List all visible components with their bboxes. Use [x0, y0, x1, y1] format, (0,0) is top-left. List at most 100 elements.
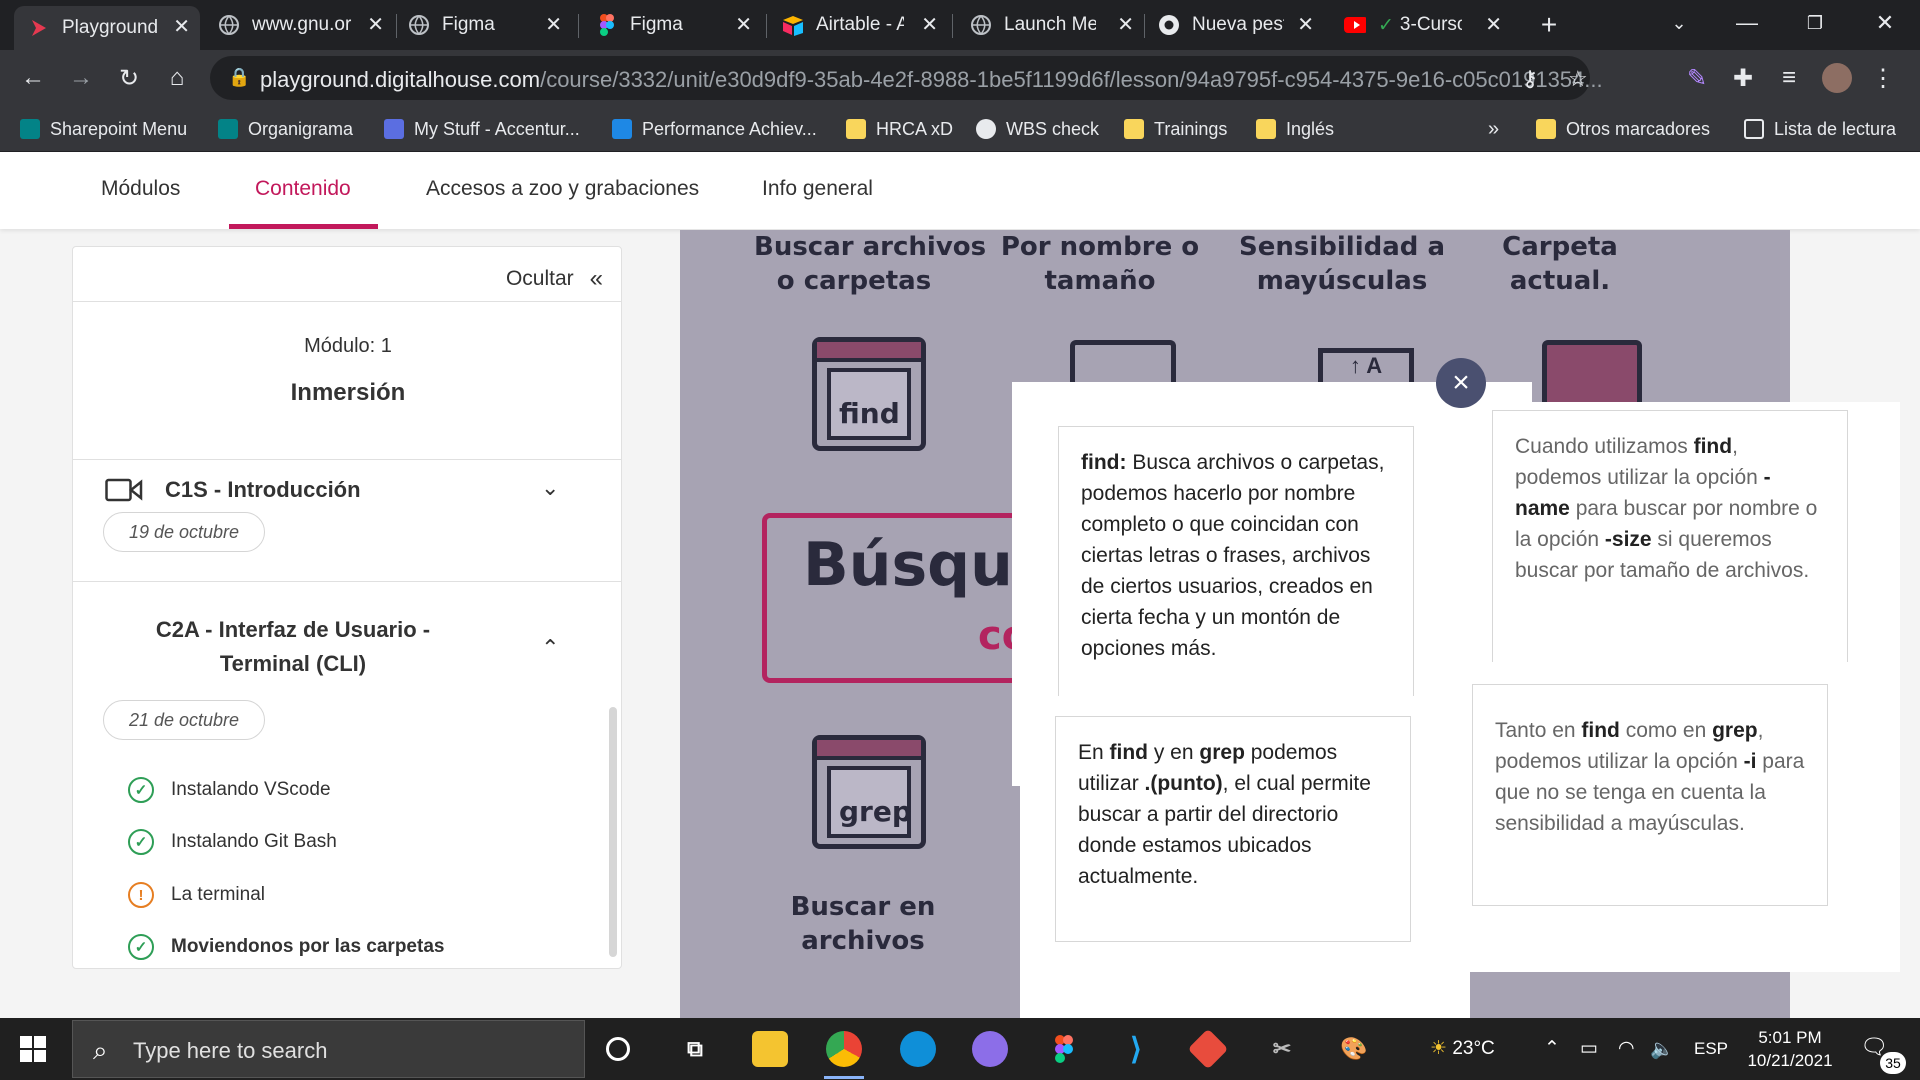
- hide-label: Ocultar: [505, 267, 574, 290]
- tab-launch-meeting[interactable]: Launch Me ✕: [970, 8, 1138, 42]
- edge-icon[interactable]: [900, 1031, 936, 1067]
- close-tab-icon[interactable]: ✕: [921, 12, 938, 37]
- lesson-label: Instalando VScode: [171, 779, 331, 800]
- star-icon[interactable]: ☆: [1568, 66, 1588, 92]
- url-text[interactable]: playground.digitalhouse.com/course/3332/…: [260, 67, 1603, 93]
- bookmark-ingles[interactable]: Inglés: [1256, 116, 1334, 142]
- extensions-puzzle-icon[interactable]: ✚: [1728, 63, 1758, 93]
- tab-playground[interactable]: Playground ✕: [14, 6, 200, 50]
- address-bar[interactable]: 🔒 playground.digitalhouse.com/course/333…: [210, 56, 1603, 100]
- windows-start-icon[interactable]: [20, 1036, 48, 1064]
- bookmark-organigrama[interactable]: Organigrama: [218, 116, 353, 142]
- sidebar-scrollbar[interactable]: [609, 707, 617, 957]
- tray-chevron-up-icon[interactable]: ⌃: [1544, 1037, 1560, 1060]
- tab-accesos-zoom[interactable]: Accesos a zoo y grabaciones: [426, 177, 699, 201]
- url-path: /course/3332/unit/e30d9df9-35ab-4e2f-898…: [540, 67, 1603, 92]
- profile-avatar[interactable]: [1822, 63, 1852, 93]
- close-window-icon[interactable]: ✕: [1870, 8, 1900, 38]
- sharepoint-icon: [20, 119, 40, 139]
- search-placeholder: Type here to search: [133, 1038, 328, 1063]
- figma-taskbar-icon[interactable]: [1046, 1031, 1082, 1067]
- lesson-item[interactable]: ✓ Moviendonos por las carpetas: [128, 934, 444, 960]
- card-term: find:: [1081, 451, 1127, 474]
- task-view-icon[interactable]: ⧉: [677, 1031, 713, 1067]
- back-icon[interactable]: ←: [18, 63, 48, 93]
- tab-title: Figma: [630, 14, 683, 35]
- minimize-icon[interactable]: —: [1732, 8, 1762, 38]
- more-bookmarks-button[interactable]: »: [1488, 116, 1499, 142]
- snipping-tool-icon[interactable]: ✂: [1264, 1031, 1300, 1067]
- new-tab-icon[interactable]: +: [1534, 9, 1564, 40]
- divider: [73, 301, 621, 302]
- weather-temp: 23°C: [1452, 1038, 1495, 1059]
- tab-figma-2[interactable]: Figma ✕: [596, 8, 756, 42]
- tab-contenido[interactable]: Contenido: [255, 177, 351, 201]
- media-control-icon[interactable]: ≡: [1774, 63, 1804, 93]
- forward-icon[interactable]: →: [66, 63, 96, 93]
- tab-separator: [578, 14, 579, 38]
- cortana-icon[interactable]: [606, 1037, 630, 1061]
- extension-pen-icon[interactable]: ✎: [1682, 63, 1712, 93]
- lesson-label: Moviendonos por las carpetas: [171, 936, 445, 957]
- close-tab-icon[interactable]: ✕: [1297, 12, 1314, 37]
- key-icon[interactable]: ⚷: [1522, 66, 1538, 92]
- reading-list-button[interactable]: Lista de lectura: [1744, 116, 1896, 142]
- home-icon[interactable]: ⌂: [162, 63, 192, 93]
- language-indicator[interactable]: ESP: [1694, 1039, 1728, 1059]
- bookmark-performance[interactable]: Performance Achiev...: [612, 116, 817, 142]
- weather-widget[interactable]: ☀ 23°C: [1430, 1037, 1495, 1060]
- bookmark-otros-marcadores[interactable]: Otros marcadores: [1536, 116, 1710, 142]
- bookmark-trainings[interactable]: Trainings: [1124, 116, 1227, 142]
- wifi-icon[interactable]: ◠: [1618, 1037, 1635, 1060]
- lesson-item[interactable]: ! La terminal: [128, 882, 265, 908]
- taskbar-search[interactable]: ⌕ Type here to search: [72, 1020, 585, 1078]
- hide-sidebar-button[interactable]: Ocultar «: [506, 265, 603, 293]
- discord-icon[interactable]: [972, 1031, 1008, 1067]
- sharepoint-icon: [218, 119, 238, 139]
- bookmark-sharepoint[interactable]: Sharepoint Menu: [20, 116, 187, 142]
- tab-info-general[interactable]: Info general: [762, 177, 873, 201]
- bookmark-wbs-check[interactable]: WBS check: [976, 116, 1099, 142]
- battery-icon[interactable]: ▭: [1580, 1037, 1598, 1060]
- chevron-down-icon[interactable]: ⌄: [541, 475, 559, 501]
- tab-youtube-course[interactable]: ✓ 3-Curso ✕: [1344, 8, 1506, 42]
- close-modal-button[interactable]: ×: [1436, 358, 1486, 408]
- playground-icon: [28, 17, 50, 39]
- tab-modulos[interactable]: Módulos: [101, 177, 180, 201]
- class-row-c2a[interactable]: C2A - Interfaz de Usuario - Terminal (CL…: [73, 581, 621, 691]
- close-tab-icon[interactable]: ✕: [735, 12, 752, 37]
- chevron-up-icon[interactable]: ⌄: [541, 633, 559, 659]
- taskbar-clock[interactable]: 5:01 PM 10/21/2021: [1740, 1026, 1840, 1072]
- tab-search-chevron-icon[interactable]: ⌄: [1664, 8, 1694, 38]
- git-icon[interactable]: [1187, 1028, 1229, 1070]
- bookmark-hrca[interactable]: HRCA xD: [846, 116, 953, 142]
- reload-icon[interactable]: ↻: [114, 63, 144, 93]
- close-tab-icon[interactable]: ✕: [173, 14, 190, 39]
- lesson-item[interactable]: ✓ Instalando VScode: [128, 777, 331, 803]
- file-explorer-icon[interactable]: [752, 1031, 788, 1067]
- alert-circle-icon: !: [128, 882, 154, 908]
- lesson-item[interactable]: ✓ Instalando Git Bash: [128, 829, 337, 855]
- folder-icon: [1124, 119, 1144, 139]
- close-tab-icon[interactable]: ✕: [545, 12, 562, 37]
- checkmark-icon: ✓: [1378, 14, 1394, 36]
- bookmark-my-stuff[interactable]: My Stuff - Accentur...: [384, 116, 580, 142]
- tab-new-tab[interactable]: Nueva pest ✕: [1158, 8, 1318, 42]
- tab-gnu[interactable]: www.gnu.or ✕: [218, 8, 388, 42]
- tab-airtable[interactable]: Airtable - A ✕: [782, 8, 942, 42]
- close-tab-icon[interactable]: ✕: [1485, 12, 1502, 37]
- terminal-grep-icon: grep: [812, 735, 926, 849]
- tab-figma-1[interactable]: Figma ✕: [408, 8, 566, 42]
- accenture-icon: [384, 119, 404, 139]
- module-number: Módulo: 1: [304, 335, 392, 357]
- restore-icon[interactable]: ❐: [1800, 8, 1830, 38]
- notification-count: 35: [1880, 1052, 1906, 1074]
- close-tab-icon[interactable]: ✕: [367, 12, 384, 37]
- menu-kebab-icon[interactable]: ⋮: [1868, 63, 1898, 93]
- volume-icon[interactable]: 🔈: [1650, 1037, 1674, 1061]
- paint-icon[interactable]: 🎨: [1336, 1031, 1372, 1067]
- vscode-icon[interactable]: ⟩: [1118, 1031, 1154, 1067]
- chrome-taskbar-icon[interactable]: [826, 1031, 862, 1067]
- class-date: 19 de octubre: [103, 512, 265, 552]
- close-tab-icon[interactable]: ✕: [1117, 12, 1134, 37]
